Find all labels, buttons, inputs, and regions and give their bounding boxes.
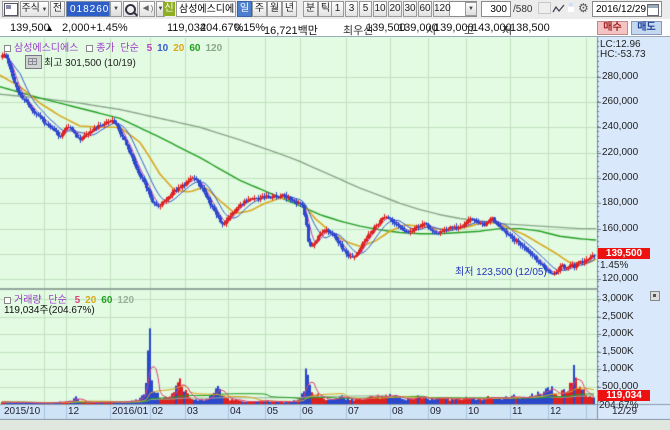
volume-tick-label: 2,000K — [602, 328, 634, 339]
x-tick-label: 06 — [302, 406, 314, 417]
legend-price-type: 종가 — [96, 43, 115, 54]
x-tick-label: 04 — [230, 406, 242, 417]
x-tick-label: 08 — [392, 406, 404, 417]
current-price-marker: 139,500 — [598, 248, 650, 259]
x-tick-label: 10 — [468, 406, 480, 417]
low-annotation: 최저 123,500 (12/05) → — [455, 267, 560, 278]
high-annotation: 최고 301,500 (10/19) — [44, 58, 136, 69]
price-tick-label: 160,000 — [602, 223, 639, 234]
x-tick-label: 05 — [267, 406, 279, 417]
price-tick-label: 240,000 — [602, 121, 639, 132]
x-tick-label: 2015/10 — [4, 406, 41, 417]
hc-value: HC:-53.73 — [600, 49, 646, 60]
x-tick-label: 12 — [550, 406, 562, 417]
main-chart-legend: 삼성에스디에스 종가 단순 5 10 20 60 120 — [4, 39, 222, 54]
x-tick-label: 09 — [430, 406, 442, 417]
volume-tick-label: 2,500K — [602, 311, 634, 322]
x-axis-last-date: 12/29 — [612, 406, 638, 417]
mini-grid-icon[interactable] — [25, 55, 42, 69]
x-tick-label: 02 — [152, 406, 164, 417]
pane-collapse-button[interactable] — [650, 291, 660, 301]
legend-stock-name: 삼성에스디에스 — [14, 43, 79, 54]
ma-period-20: 20 — [173, 43, 185, 54]
current-price-pct: 1.45% — [600, 260, 629, 271]
ma-period-120: 120 — [205, 43, 223, 54]
x-tick-label: 11 — [512, 406, 523, 417]
ma-period-120: 120 — [117, 295, 135, 306]
chart-region: 삼성에스디에스 종가 단순 5 10 20 60 120 최고 301,500 (10/… — [0, 0, 670, 430]
ma-period-10: 10 — [157, 43, 169, 54]
price-tick-label: 200,000 — [602, 172, 639, 183]
volume-current-line: 119,034주(204.67%) — [4, 305, 95, 316]
volume-tick-label: 3,000K — [602, 293, 634, 304]
price-tick-label: 260,000 — [602, 96, 639, 107]
stock-chart-window: 주식 ▼ 전 018260 ▼ ◄) ▼ 신 삼성에스디에스 ▼ 300 /58… — [0, 0, 670, 430]
x-tick-label: 2016/01 — [112, 406, 149, 417]
price-tick-label: 280,000 — [602, 71, 639, 82]
legend-ma-periods: 5 10 20 60 120 — [142, 43, 223, 54]
ma-period-5: 5 — [146, 43, 153, 54]
price-tick-label: 120,000 — [602, 273, 639, 284]
ma-period-60: 60 — [101, 295, 113, 306]
x-tick-label: 03 — [187, 406, 199, 417]
price-tick-label: 180,000 — [602, 197, 639, 208]
legend-ma-type: 단순 — [120, 43, 139, 54]
x-tick-label: 07 — [348, 406, 360, 417]
x-tick-label: 12 — [68, 406, 80, 417]
window-bottom-edge — [0, 420, 670, 430]
ma-period-60: 60 — [189, 43, 201, 54]
legend-bullet-icon — [4, 44, 11, 52]
price-tick-label: 220,000 — [602, 147, 639, 158]
volume-tick-label: 1,000K — [602, 363, 634, 374]
legend-bullet-icon — [86, 44, 94, 52]
price-volume-chart-canvas[interactable] — [0, 37, 670, 420]
volume-tick-label: 1,500K — [602, 346, 634, 357]
